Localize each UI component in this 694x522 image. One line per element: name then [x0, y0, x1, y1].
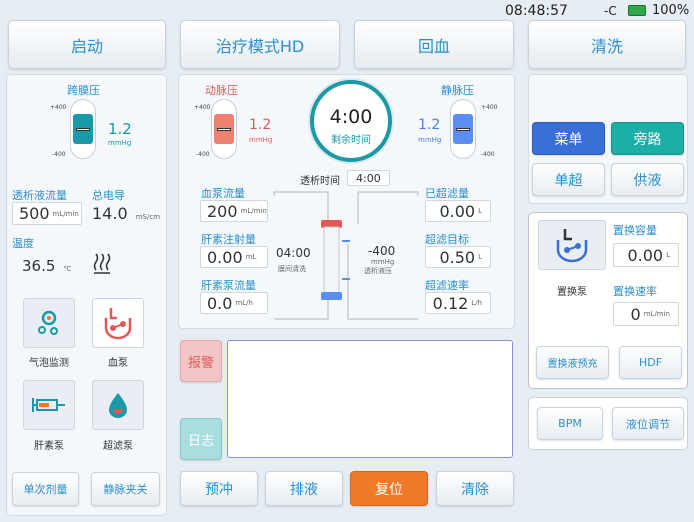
tmp-gauge: [70, 99, 96, 159]
blood-pump-tile[interactable]: [92, 298, 144, 348]
treatment-mode-button[interactable]: 治疗模式HD: [180, 20, 340, 69]
interval-label: 膜间清洗: [278, 265, 306, 273]
temperature-label: 温度: [12, 237, 34, 250]
substitution-pump-tile[interactable]: [538, 220, 606, 270]
uf-pump-tile[interactable]: [92, 380, 144, 430]
heparin-flow-label: 肝素泵流量: [201, 279, 256, 292]
heparin-flow-value: 0.0: [207, 293, 233, 313]
heparin-inj-box[interactable]: 0.00 mL: [200, 246, 268, 268]
sub-rate-box[interactable]: 0 mL/min: [613, 302, 679, 326]
droplet-icon: [109, 393, 127, 418]
dialysate-pressure-value: -400: [368, 244, 396, 258]
bubble-icon: [38, 310, 58, 335]
substitution-pump-label: 置换泵: [557, 287, 587, 298]
bubble-monitor-tile[interactable]: [23, 298, 75, 348]
clock: 08:48:57: [505, 3, 568, 19]
uf-pump-label: 超滤泵: [103, 441, 133, 452]
dialysate-flow-unit: mL/min: [52, 209, 79, 218]
clear-button[interactable]: 清除: [436, 471, 514, 506]
uf-done-box[interactable]: 0.00 L: [425, 200, 491, 222]
uf-target-box[interactable]: 0.50 L: [425, 246, 491, 268]
single-dose-button[interactable]: 单次剂量: [12, 472, 79, 506]
battery-icon: [628, 5, 646, 16]
tmp-unit: mmHg: [108, 139, 132, 147]
heater-icon: [93, 252, 111, 278]
tmp-value: 1.2: [108, 120, 132, 138]
dialysate-pressure-label: 透析液压: [364, 267, 392, 275]
heparin-inj-unit: mL: [245, 253, 257, 261]
sub-volume-unit: L: [666, 251, 670, 259]
drain-button[interactable]: 排液: [265, 471, 343, 506]
dialysate-flow-value: 500: [19, 204, 50, 223]
battery-percent: 100%: [652, 3, 690, 18]
temperature-value: 36.5: [22, 257, 56, 275]
blood-pump-label: 血泵: [108, 358, 128, 369]
venous-clamp-button[interactable]: 静脉夹关: [91, 472, 160, 506]
uf-done-label: 已超滤量: [425, 187, 469, 200]
uf-rate-unit: L/h: [471, 299, 482, 307]
log-button[interactable]: 日志: [180, 418, 222, 460]
dialysate-flow-box[interactable]: 500 mL/min: [12, 202, 82, 225]
uf-rate-box[interactable]: 0.12 L/h: [425, 292, 491, 314]
sub-rate-label: 置换速率: [613, 285, 657, 298]
sub-prime-button[interactable]: 置换液预充: [536, 346, 609, 379]
heparin-flow-unit: mL/h: [235, 299, 253, 307]
uf-target-unit: L: [478, 253, 482, 261]
sub-rate-unit: mL/min: [643, 310, 670, 318]
conductivity-unit: mS/cm: [135, 213, 161, 221]
dialysate-flow-label: 透析液流量: [12, 189, 67, 202]
tmp-min: -400: [52, 151, 66, 158]
bypass-button[interactable]: 旁路: [611, 122, 684, 155]
temperature-unit: ℃: [63, 265, 72, 273]
level-adjust-button[interactable]: 液位调节: [612, 407, 684, 440]
bubble-monitor-label: 气泡监测: [29, 358, 69, 369]
heparin-inj-value: 0.00: [207, 247, 243, 267]
uf-target-label: 超滤目标: [425, 233, 469, 246]
tmp-label: 跨膜压: [67, 84, 100, 97]
uf-done-value: 0.00: [439, 201, 476, 221]
uf-rate-value: 0.12: [432, 293, 469, 313]
hdf-button[interactable]: HDF: [619, 346, 682, 379]
heparin-pump-tile[interactable]: [23, 380, 75, 430]
prime-button[interactable]: 预冲: [180, 471, 258, 506]
sub-volume-value: 0.00: [627, 245, 664, 265]
substitution-pump-icon: [556, 229, 588, 263]
dialysate-pressure-unit: mmHg: [371, 258, 395, 266]
temperature-display: 36.5 ℃: [22, 256, 71, 275]
blood-flow-box[interactable]: 200 mL/min: [200, 200, 268, 222]
message-area: [227, 340, 513, 458]
plug-icon: -C: [604, 4, 617, 18]
reset-button[interactable]: 复位: [350, 471, 428, 506]
syringe-icon: [32, 398, 65, 412]
sub-volume-box[interactable]: 0.00 L: [613, 243, 679, 267]
conductivity-display: 14.0 mS/cm: [92, 204, 160, 223]
heparin-inj-label: 肝素注射量: [201, 233, 256, 246]
single-uf-button[interactable]: 单超: [532, 163, 605, 196]
conductivity-label: 总电导: [92, 189, 125, 202]
blood-flow-label: 血泵流量: [201, 187, 245, 200]
dialyzer-icon: [324, 227, 339, 293]
uf-rate-label: 超滤速率: [425, 279, 469, 292]
start-button[interactable]: 启动: [8, 20, 166, 69]
blood-flow-unit: mL/min: [240, 207, 267, 215]
blood-pump-icon: [104, 308, 132, 340]
interval-value: 04:00: [276, 246, 311, 260]
menu-button[interactable]: 菜单: [532, 122, 605, 155]
wash-button[interactable]: 清洗: [528, 20, 686, 69]
blood-flow-value: 200: [207, 201, 238, 221]
tmp-max: +400: [50, 104, 67, 111]
supply-button[interactable]: 供液: [611, 163, 684, 196]
conductivity-value: 14.0: [92, 204, 128, 223]
heparin-flow-box[interactable]: 0.0 mL/h: [200, 292, 268, 314]
bpm-button[interactable]: BPM: [537, 407, 603, 440]
sub-rate-value: 0: [630, 304, 641, 324]
uf-target-value: 0.50: [439, 247, 476, 267]
uf-done-unit: L: [478, 207, 482, 215]
sub-volume-label: 置换容量: [613, 224, 657, 237]
heparin-pump-label: 肝素泵: [34, 441, 64, 452]
alarm-button[interactable]: 报警: [180, 340, 222, 382]
return-blood-button[interactable]: 回血: [354, 20, 514, 69]
